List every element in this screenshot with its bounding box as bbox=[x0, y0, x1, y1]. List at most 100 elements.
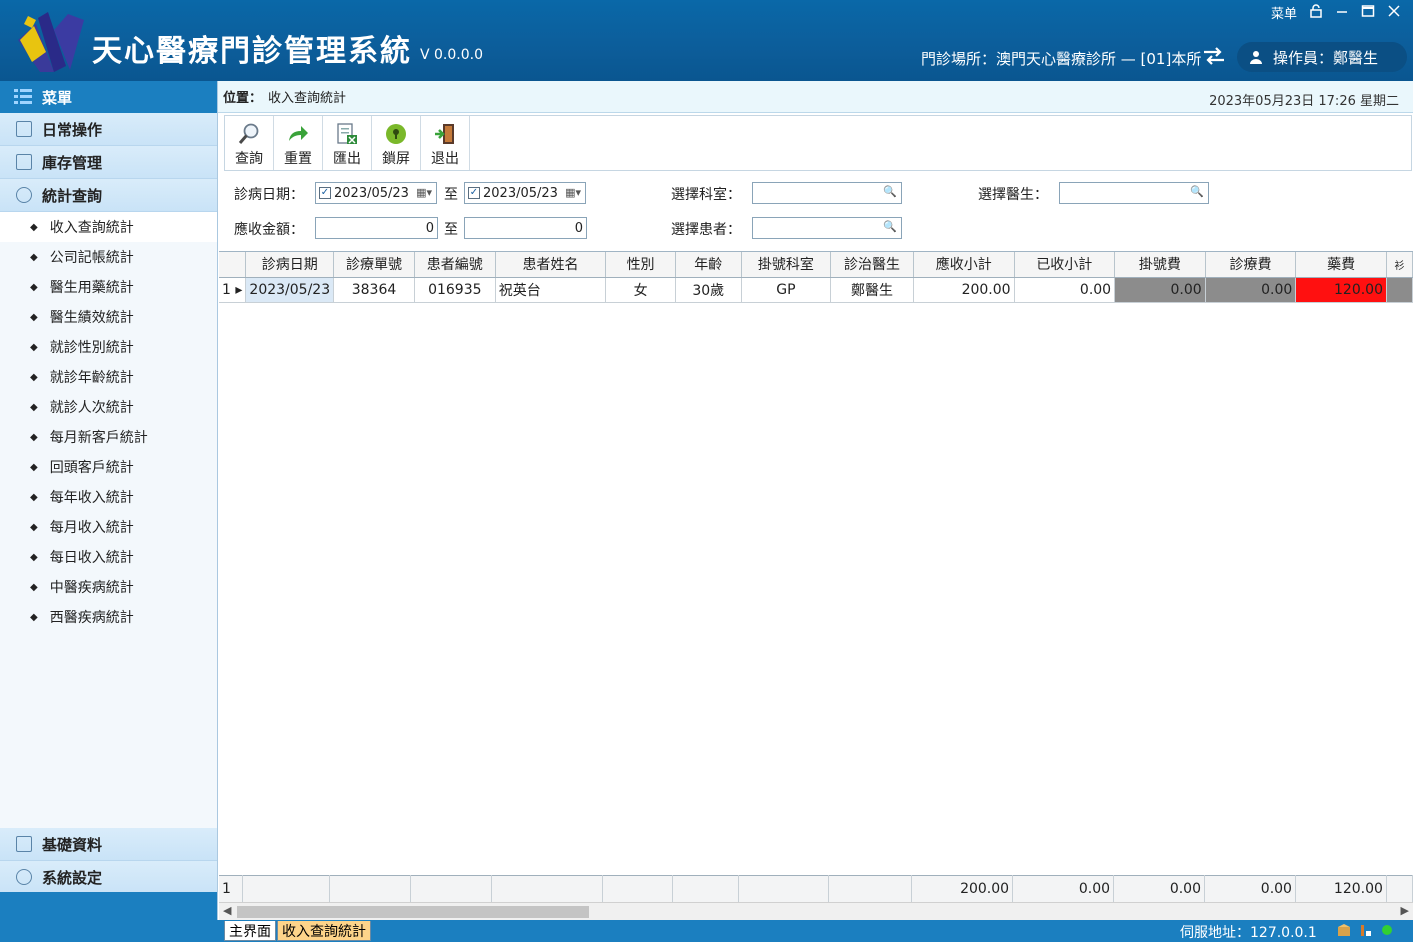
lock-icon[interactable] bbox=[1309, 3, 1323, 22]
calendar-dropdown-icon[interactable]: ▦▾ bbox=[416, 186, 432, 199]
search-icon[interactable]: 🔍 bbox=[1190, 185, 1204, 198]
sidebar-item-tcm-disease[interactable]: ◆ 中醫疾病統計 bbox=[0, 572, 217, 602]
sidebar-item-visits[interactable]: ◆ 就診人次統計 bbox=[0, 392, 217, 422]
sidebar-item-label: 就診人次統計 bbox=[49, 400, 134, 416]
sidebar-group-inventory[interactable]: 庫存管理 bbox=[0, 146, 217, 179]
switch-clinic-icon[interactable] bbox=[1202, 46, 1226, 66]
app-header: 天心醫療門診管理系統 V 0.0.0.0 菜单 門診場所：澳門天心醫療診所 — … bbox=[0, 0, 1413, 81]
totals-row: 1 200.00 0.00 0.00 0.00 120.00 bbox=[219, 875, 1413, 902]
scroll-right-icon[interactable]: ▶ bbox=[1401, 904, 1409, 917]
cell-receivable[interactable]: 200.00 bbox=[913, 277, 1015, 303]
col-header[interactable]: 應收小計 bbox=[913, 252, 1015, 278]
minimize-icon[interactable] bbox=[1335, 4, 1349, 22]
col-header[interactable]: 掛號科室 bbox=[741, 252, 832, 278]
sidebar-item-label: 西醫疾病統計 bbox=[49, 610, 134, 626]
sidebar-item-company-account[interactable]: ◆ 公司記帳統計 bbox=[0, 242, 217, 272]
date-to-picker[interactable]: ✓ 2023/05/23 ▦▾ bbox=[464, 182, 586, 204]
amount-to-input[interactable]: 0 bbox=[464, 217, 587, 239]
bullet-icon: ◆ bbox=[30, 341, 38, 353]
col-header[interactable]: 藥費 bbox=[1295, 252, 1387, 278]
sidebar-group-system-settings[interactable]: 系統設定 bbox=[0, 861, 217, 894]
sidebar-item-western-disease[interactable]: ◆ 西醫疾病統計 bbox=[0, 602, 217, 632]
sidebar-item-label: 公司記帳統計 bbox=[49, 250, 134, 266]
col-header[interactable]: 年齡 bbox=[675, 252, 742, 278]
row-indicator[interactable]: 1 ▸ bbox=[219, 277, 247, 303]
col-header[interactable]: 性別 bbox=[605, 252, 676, 278]
cell-consultation-fee[interactable]: 0.00 bbox=[1205, 277, 1297, 303]
sidebar-group-daily[interactable]: 日常操作 bbox=[0, 113, 217, 146]
operator-badge[interactable]: 操作員：鄭醫生 bbox=[1237, 42, 1407, 72]
horizontal-scrollbar[interactable]: ◀ ▶ bbox=[219, 902, 1413, 920]
col-header[interactable]: 掛號費 bbox=[1114, 252, 1206, 278]
calendar-dropdown-icon[interactable]: ▦▾ bbox=[565, 186, 581, 199]
amount-from-input[interactable]: 0 bbox=[315, 217, 438, 239]
sidebar-item-label: 就診年齡統計 bbox=[49, 370, 134, 386]
bullet-icon: ◆ bbox=[30, 551, 38, 563]
col-header[interactable]: 診療費 bbox=[1205, 252, 1297, 278]
menu-label[interactable]: 菜单 bbox=[1271, 3, 1297, 22]
col-header[interactable]: 診療單號 bbox=[333, 252, 415, 278]
sidebar-item-doctor-medicine[interactable]: ◆ 醫生用藥統計 bbox=[0, 272, 217, 302]
tab-main[interactable]: 主界面 bbox=[224, 921, 276, 941]
tab-income-query[interactable]: 收入查詢統計 bbox=[277, 921, 371, 941]
row-header-corner bbox=[219, 252, 247, 278]
reset-button[interactable]: 重置 bbox=[274, 116, 323, 170]
doctor-search-input[interactable]: 🔍 bbox=[1059, 182, 1209, 204]
sidebar-item-monthly-income[interactable]: ◆ 每月收入統計 bbox=[0, 512, 217, 542]
sidebar-group-statistics[interactable]: 統計查詢 bbox=[0, 179, 217, 212]
cell-received[interactable]: 0.00 bbox=[1014, 277, 1116, 303]
cell-registration-fee[interactable]: 0.00 bbox=[1114, 277, 1206, 303]
search-icon[interactable]: 🔍 bbox=[883, 220, 897, 233]
sidebar-item-daily-income[interactable]: ◆ 每日收入統計 bbox=[0, 542, 217, 572]
search-icon[interactable]: 🔍 bbox=[883, 185, 897, 198]
col-header[interactable]: 診治醫生 bbox=[830, 252, 914, 278]
cell-doctor[interactable]: 鄭醫生 bbox=[830, 277, 914, 303]
cell-date[interactable]: 2023/05/23 bbox=[245, 277, 335, 303]
date-to-separator: 至 bbox=[444, 187, 458, 203]
cell-gender[interactable]: 女 bbox=[605, 277, 676, 303]
breadcrumb: 位置： 收入查詢統計 2023年05月23日 17:26 星期二 bbox=[218, 81, 1413, 113]
cell-patient-name[interactable]: 祝英台 bbox=[495, 277, 607, 303]
col-header[interactable]: 衫 bbox=[1386, 252, 1413, 278]
cell-department[interactable]: GP bbox=[741, 277, 832, 303]
bullet-icon: ◆ bbox=[30, 521, 38, 533]
dept-label: 選擇科室： bbox=[671, 187, 741, 203]
query-button[interactable]: 查詢 bbox=[225, 116, 274, 170]
lock-screen-button[interactable]: 鎖屏 bbox=[372, 116, 421, 170]
dept-search-input[interactable]: 🔍 bbox=[752, 182, 902, 204]
col-header[interactable]: 患者姓名 bbox=[495, 252, 607, 278]
scroll-left-icon[interactable]: ◀ bbox=[223, 904, 231, 917]
date-from-checkbox[interactable]: ✓ bbox=[319, 187, 331, 199]
sidebar-item-income-query[interactable]: ◆ 收入查詢統計 bbox=[0, 212, 217, 242]
sidebar-group-basic-data[interactable]: 基礎資料 bbox=[0, 828, 217, 861]
date-from-picker[interactable]: ✓ 2023/05/23 ▦▾ bbox=[315, 182, 437, 204]
close-icon[interactable] bbox=[1387, 4, 1401, 22]
patient-search-input[interactable]: 🔍 bbox=[752, 217, 902, 239]
exit-button[interactable]: 退出 bbox=[421, 116, 470, 170]
col-header[interactable]: 診病日期 bbox=[245, 252, 335, 278]
sidebar-item-label: 每月新客戶統計 bbox=[49, 430, 148, 446]
cell-extra[interactable] bbox=[1386, 277, 1413, 303]
cell-age[interactable]: 30歲 bbox=[675, 277, 742, 303]
sidebar-item-age[interactable]: ◆ 就診年齡統計 bbox=[0, 362, 217, 392]
sidebar-item-yearly-income[interactable]: ◆ 每年收入統計 bbox=[0, 482, 217, 512]
menu-header[interactable]: 菜單 bbox=[0, 81, 217, 113]
cell-patient-id[interactable]: 016935 bbox=[414, 277, 496, 303]
table-row[interactable]: 1 ▸ 2023/05/23 38364 016935 祝英台 女 30歲 GP… bbox=[219, 277, 1413, 303]
cell-medicine-fee[interactable]: 120.00 bbox=[1295, 277, 1387, 303]
sidebar-item-gender[interactable]: ◆ 就診性別統計 bbox=[0, 332, 217, 362]
totals-empty bbox=[828, 875, 913, 902]
col-header[interactable]: 已收小計 bbox=[1014, 252, 1116, 278]
export-button[interactable]: 匯出 bbox=[323, 116, 372, 170]
sidebar-item-returning[interactable]: ◆ 回頭客戶統計 bbox=[0, 452, 217, 482]
bullet-icon: ◆ bbox=[30, 221, 38, 233]
sidebar-item-new-customers[interactable]: ◆ 每月新客戶統計 bbox=[0, 422, 217, 452]
col-header[interactable]: 患者編號 bbox=[414, 252, 496, 278]
operator-name: 操作員：鄭醫生 bbox=[1273, 48, 1379, 67]
date-to-checkbox[interactable]: ✓ bbox=[468, 187, 480, 199]
scrollbar-thumb[interactable] bbox=[237, 906, 589, 918]
cell-order-no[interactable]: 38364 bbox=[333, 277, 415, 303]
maximize-icon[interactable] bbox=[1361, 4, 1375, 22]
sidebar-item-doctor-performance[interactable]: ◆ 醫生績效統計 bbox=[0, 302, 217, 332]
chart-icon bbox=[16, 187, 32, 203]
